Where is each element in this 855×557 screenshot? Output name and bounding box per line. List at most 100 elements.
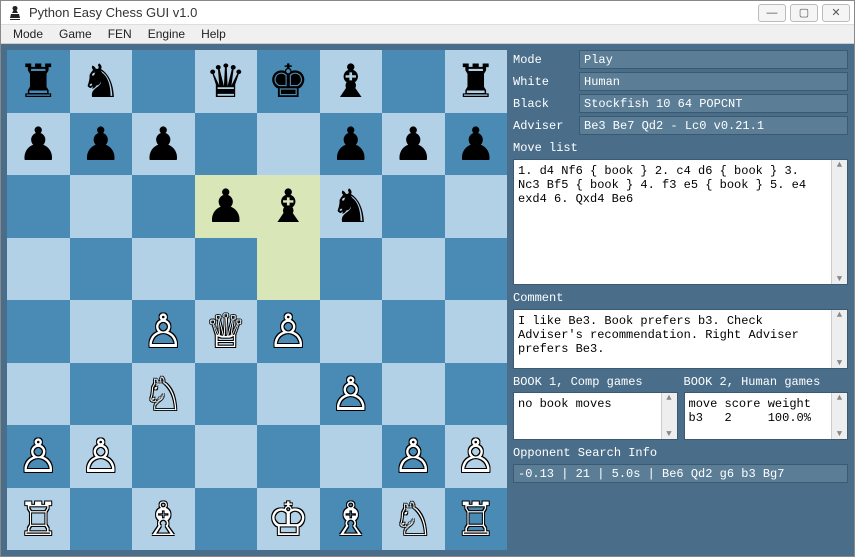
square-b2[interactable]: ♙: [70, 425, 133, 488]
piece-wk[interactable]: ♔: [268, 496, 309, 542]
square-a7[interactable]: ♟: [7, 113, 70, 176]
square-g3[interactable]: [382, 363, 445, 426]
square-h8[interactable]: ♜: [445, 50, 508, 113]
square-f7[interactable]: ♟: [320, 113, 383, 176]
square-d3[interactable]: [195, 363, 258, 426]
square-d6[interactable]: ♟: [195, 175, 258, 238]
square-f6[interactable]: ♞: [320, 175, 383, 238]
square-d2[interactable]: [195, 425, 258, 488]
square-e7[interactable]: [257, 113, 320, 176]
square-f5[interactable]: [320, 238, 383, 301]
square-f3[interactable]: ♙: [320, 363, 383, 426]
square-a8[interactable]: ♜: [7, 50, 70, 113]
black-value[interactable]: Stockfish 10 64 POPCNT: [579, 94, 848, 113]
square-c6[interactable]: [132, 175, 195, 238]
square-c2[interactable]: [132, 425, 195, 488]
piece-bq[interactable]: ♛: [205, 58, 246, 104]
square-c3[interactable]: ♘: [132, 363, 195, 426]
menu-game[interactable]: Game: [51, 25, 100, 43]
piece-bp[interactable]: ♟: [455, 121, 496, 167]
menu-engine[interactable]: Engine: [140, 25, 193, 43]
piece-wp[interactable]: ♙: [455, 433, 496, 479]
menu-mode[interactable]: Mode: [5, 25, 51, 43]
square-f2[interactable]: [320, 425, 383, 488]
piece-wn[interactable]: ♘: [143, 371, 184, 417]
square-e4[interactable]: ♙: [257, 300, 320, 363]
piece-wp[interactable]: ♙: [268, 308, 309, 354]
square-f4[interactable]: [320, 300, 383, 363]
piece-br[interactable]: ♜: [18, 58, 59, 104]
piece-bp[interactable]: ♟: [330, 121, 371, 167]
square-g6[interactable]: [382, 175, 445, 238]
square-d4[interactable]: ♕: [195, 300, 258, 363]
square-b4[interactable]: [70, 300, 133, 363]
piece-wp[interactable]: ♙: [330, 371, 371, 417]
square-g4[interactable]: [382, 300, 445, 363]
piece-bp[interactable]: ♟: [205, 183, 246, 229]
piece-wr[interactable]: ♖: [455, 496, 496, 542]
piece-wp[interactable]: ♙: [80, 433, 121, 479]
square-b1[interactable]: [70, 488, 133, 551]
adviser-value[interactable]: Be3 Be7 Qd2 - Lc0 v0.21.1: [579, 116, 848, 135]
square-a3[interactable]: [7, 363, 70, 426]
scrollbar[interactable]: ▲▼: [831, 310, 847, 368]
square-f8[interactable]: ♝: [320, 50, 383, 113]
square-f1[interactable]: ♗: [320, 488, 383, 551]
piece-bp[interactable]: ♟: [80, 121, 121, 167]
menu-help[interactable]: Help: [193, 25, 234, 43]
square-a2[interactable]: ♙: [7, 425, 70, 488]
piece-bp[interactable]: ♟: [143, 121, 184, 167]
square-c4[interactable]: ♙: [132, 300, 195, 363]
square-d5[interactable]: [195, 238, 258, 301]
close-button[interactable]: ✕: [822, 4, 850, 22]
scrollbar[interactable]: ▲▼: [661, 393, 677, 439]
piece-bn[interactable]: ♞: [330, 183, 371, 229]
square-d8[interactable]: ♛: [195, 50, 258, 113]
piece-bb[interactable]: ♝: [268, 183, 309, 229]
square-b7[interactable]: ♟: [70, 113, 133, 176]
square-c8[interactable]: [132, 50, 195, 113]
movelist-textbox[interactable]: 1. d4 Nf6 { book } 2. c4 d6 { book } 3. …: [513, 159, 848, 285]
white-value[interactable]: Human: [579, 72, 848, 91]
square-c1[interactable]: ♗: [132, 488, 195, 551]
piece-br[interactable]: ♜: [455, 58, 496, 104]
piece-bb[interactable]: ♝: [330, 58, 371, 104]
square-h7[interactable]: ♟: [445, 113, 508, 176]
scroll-up-icon[interactable]: ▲: [666, 393, 671, 403]
scrollbar[interactable]: ▲▼: [831, 160, 847, 284]
piece-wp[interactable]: ♙: [393, 433, 434, 479]
square-e2[interactable]: [257, 425, 320, 488]
square-e5[interactable]: [257, 238, 320, 301]
piece-wb[interactable]: ♗: [143, 496, 184, 542]
scroll-down-icon[interactable]: ▼: [837, 358, 842, 368]
piece-wr[interactable]: ♖: [18, 496, 59, 542]
piece-bn[interactable]: ♞: [80, 58, 121, 104]
book1-textbox[interactable]: no book moves ▲▼: [513, 392, 678, 440]
piece-wq[interactable]: ♕: [205, 308, 246, 354]
scroll-up-icon[interactable]: ▲: [837, 393, 842, 403]
maximize-button[interactable]: ▢: [790, 4, 818, 22]
square-e3[interactable]: [257, 363, 320, 426]
opp-textbox[interactable]: -0.13 | 21 | 5.0s | Be6 Qd2 g6 b3 Bg7: [513, 464, 848, 483]
mode-value[interactable]: Play: [579, 50, 848, 69]
square-d7[interactable]: [195, 113, 258, 176]
scroll-up-icon[interactable]: ▲: [837, 160, 842, 170]
square-c7[interactable]: ♟: [132, 113, 195, 176]
square-g1[interactable]: ♘: [382, 488, 445, 551]
square-h2[interactable]: ♙: [445, 425, 508, 488]
square-e6[interactable]: ♝: [257, 175, 320, 238]
book2-textbox[interactable]: move score weight b3 2 100.0% ▲▼: [684, 392, 849, 440]
scroll-down-icon[interactable]: ▼: [837, 429, 842, 439]
piece-wp[interactable]: ♙: [143, 308, 184, 354]
square-d1[interactable]: [195, 488, 258, 551]
scroll-down-icon[interactable]: ▼: [837, 274, 842, 284]
scrollbar[interactable]: ▲▼: [831, 393, 847, 439]
square-g5[interactable]: [382, 238, 445, 301]
square-a6[interactable]: [7, 175, 70, 238]
square-g2[interactable]: ♙: [382, 425, 445, 488]
square-h1[interactable]: ♖: [445, 488, 508, 551]
piece-bp[interactable]: ♟: [393, 121, 434, 167]
square-e8[interactable]: ♚: [257, 50, 320, 113]
square-e1[interactable]: ♔: [257, 488, 320, 551]
square-h6[interactable]: [445, 175, 508, 238]
